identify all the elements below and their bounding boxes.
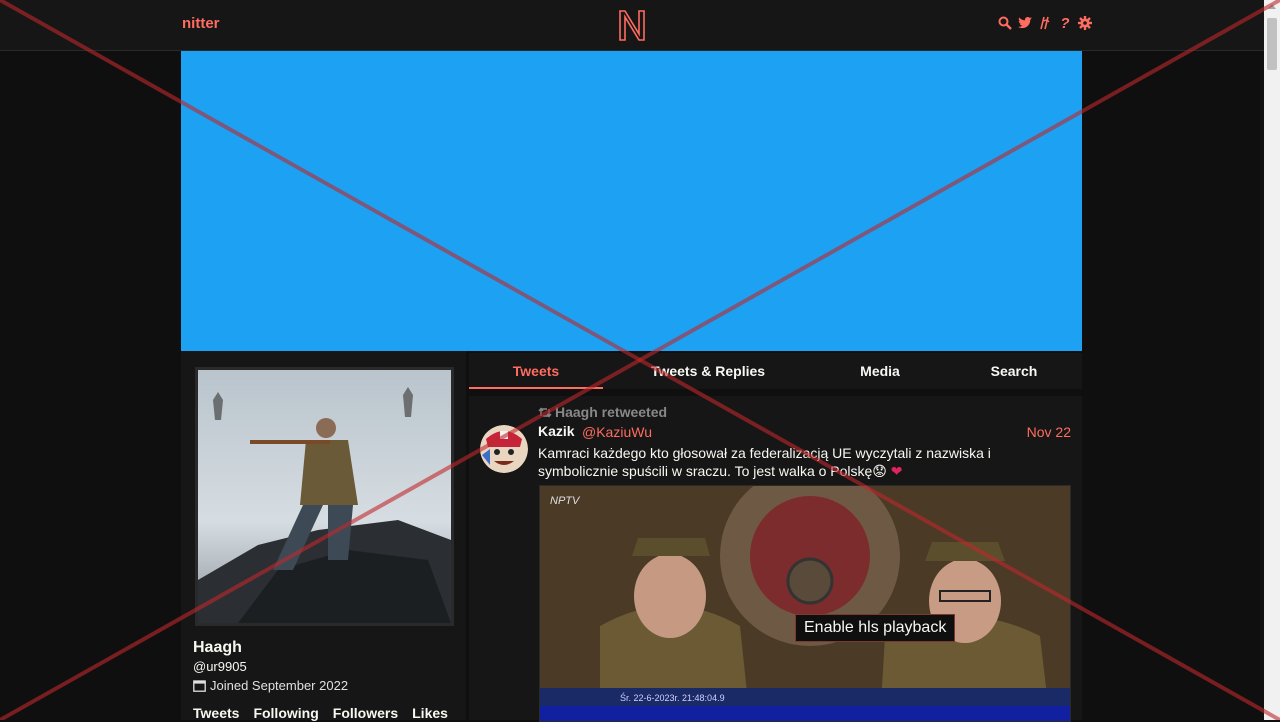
heart-icon: ❤ <box>890 463 903 479</box>
retweet-icon <box>538 406 552 418</box>
search-icon[interactable] <box>998 15 1012 31</box>
timeline-tabs: Tweets Tweets & Replies Media Search <box>469 353 1082 389</box>
help-icon[interactable]: ? <box>1058 15 1072 32</box>
brand-link[interactable]: nitter <box>182 15 220 32</box>
stat-following[interactable]: Following <box>253 705 318 721</box>
joined-text: Joined September 2022 <box>210 678 349 693</box>
tweet: Haagh retweeted Kazik @KaziuWu Nov 22 Ka… <box>469 396 1082 722</box>
retweet-header: Haagh retweeted <box>538 404 667 420</box>
tweet-author-username[interactable]: @KaziuWu <box>582 424 652 440</box>
tweet-video[interactable]: NPTV Śr. 22-6-2023r. 21:48:04.9 Enable h… <box>539 485 1071 722</box>
tweet-date[interactable]: Nov 22 <box>1027 424 1071 440</box>
scrollbar-thumb[interactable] <box>1267 18 1277 70</box>
scrollbar[interactable] <box>1264 0 1280 720</box>
tab-search[interactable]: Search <box>969 353 1059 389</box>
profile-banner <box>181 51 1082 351</box>
nitter-logo[interactable] <box>617 8 647 42</box>
tweet-author-name[interactable]: Kazik <box>538 423 575 439</box>
tab-tweets-replies[interactable]: Tweets & Replies <box>629 353 787 389</box>
tweet-text-body: Kamraci każdego kto głosował za federali… <box>538 445 991 479</box>
profile-name: Haagh <box>193 639 242 656</box>
tab-tweets[interactable]: Tweets <box>469 353 603 389</box>
stat-followers[interactable]: Followers <box>333 705 398 721</box>
settings-icon[interactable] <box>1078 15 1092 31</box>
stat-tweets[interactable]: Tweets <box>193 705 239 721</box>
twitter-icon[interactable] <box>1018 15 1032 31</box>
rss-icon[interactable] <box>1038 15 1052 31</box>
profile-avatar[interactable] <box>195 367 454 626</box>
profile-joined: Joined September 2022 <box>193 678 348 693</box>
navbar: nitter ? <box>0 0 1264 51</box>
profile-handle[interactable]: @ur9905 <box>193 659 247 674</box>
tweet-avatar[interactable] <box>480 425 528 473</box>
retweet-text: Haagh retweeted <box>555 404 668 420</box>
scroll-up-icon[interactable] <box>1268 4 1276 9</box>
profile-stats: Tweets Following Followers Likes <box>193 705 462 721</box>
profile-card: Haagh @ur9905 Joined September 2022 Twee… <box>181 351 466 721</box>
calendar-icon <box>193 680 206 692</box>
tab-media[interactable]: Media <box>829 353 931 389</box>
video-timestamp-label: Śr. 22-6-2023r. 21:48:04.9 <box>620 692 725 703</box>
nav-icons: ? <box>998 15 1092 32</box>
enable-hls-button[interactable]: Enable hls playback <box>795 614 956 642</box>
video-channel-label: NPTV <box>550 495 581 507</box>
stat-likes[interactable]: Likes <box>412 705 448 721</box>
tweet-text: Kamraci każdego kto głosował za federali… <box>538 444 1018 480</box>
